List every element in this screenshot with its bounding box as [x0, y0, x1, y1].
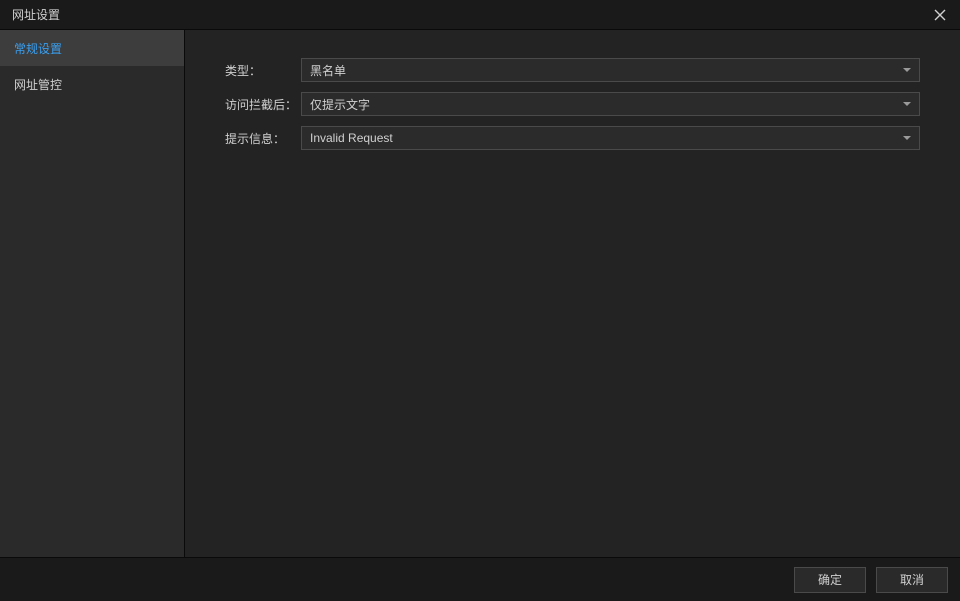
form-row-block: 访问拦截后： 仅提示文字: [225, 92, 920, 116]
close-button[interactable]: [920, 0, 960, 30]
sidebar: 常规设置 网址管控: [0, 30, 185, 557]
sidebar-item-label: 网址管控: [14, 76, 62, 93]
hint-label: 提示信息：: [225, 130, 301, 147]
block-dropdown[interactable]: 仅提示文字: [301, 92, 920, 116]
sidebar-item-url-control[interactable]: 网址管控: [0, 66, 184, 102]
block-value: 仅提示文字: [310, 96, 370, 113]
ok-button[interactable]: 确定: [794, 567, 866, 593]
ok-label: 确定: [818, 571, 842, 588]
content-area: 常规设置 网址管控 类型： 黑名单 访问拦截后： 仅提示文字 提示信息： Inv…: [0, 30, 960, 557]
footer: 确定 取消: [0, 557, 960, 601]
type-value: 黑名单: [310, 62, 346, 79]
main-panel: 类型： 黑名单 访问拦截后： 仅提示文字 提示信息： Invalid Reque…: [185, 30, 960, 557]
close-icon: [934, 9, 946, 21]
cancel-button[interactable]: 取消: [876, 567, 948, 593]
type-label: 类型：: [225, 62, 301, 79]
sidebar-item-general[interactable]: 常规设置: [0, 30, 184, 66]
window-title: 网址设置: [12, 6, 60, 23]
chevron-down-icon: [903, 68, 911, 72]
chevron-down-icon: [903, 102, 911, 106]
titlebar: 网址设置: [0, 0, 960, 30]
form-row-type: 类型： 黑名单: [225, 58, 920, 82]
block-label: 访问拦截后：: [225, 96, 301, 113]
chevron-down-icon: [903, 136, 911, 140]
hint-dropdown[interactable]: Invalid Request: [301, 126, 920, 150]
type-dropdown[interactable]: 黑名单: [301, 58, 920, 82]
hint-value: Invalid Request: [310, 131, 393, 145]
sidebar-item-label: 常规设置: [14, 40, 62, 57]
form-row-hint: 提示信息： Invalid Request: [225, 126, 920, 150]
cancel-label: 取消: [900, 571, 924, 588]
